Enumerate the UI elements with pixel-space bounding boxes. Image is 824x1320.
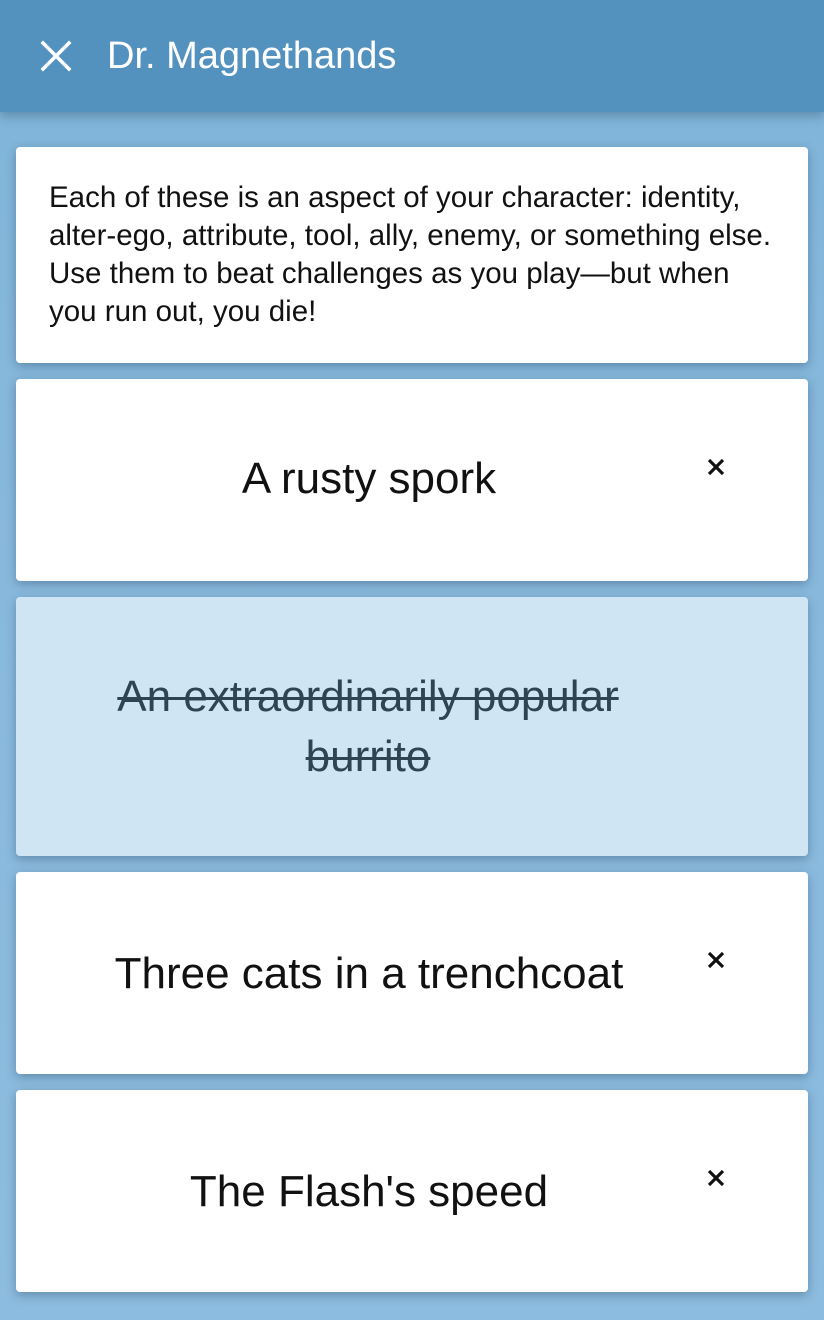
- intro-card: Each of these is an aspect of your chara…: [16, 147, 808, 363]
- app-bar: Dr. Magnethands: [0, 0, 824, 112]
- aspect-label: Three cats in a trenchcoat: [114, 949, 624, 998]
- intro-text: Each of these is an aspect of your chara…: [49, 181, 772, 328]
- remove-icon: [707, 458, 725, 476]
- page-title: Dr. Magnethands: [107, 35, 397, 77]
- remove-aspect-button[interactable]: [704, 1166, 728, 1190]
- aspect-card-rusty-spork[interactable]: A rusty spork: [16, 379, 808, 581]
- close-icon: [40, 40, 72, 72]
- aspect-card-three-cats[interactable]: Three cats in a trenchcoat: [16, 872, 808, 1074]
- aspect-card-flash-speed[interactable]: The Flash's speed: [16, 1090, 808, 1292]
- remove-icon: [707, 1169, 725, 1187]
- close-button[interactable]: [26, 26, 86, 86]
- aspect-label: The Flash's speed: [189, 1167, 549, 1216]
- aspect-label: A rusty spork: [241, 454, 497, 503]
- aspect-label: An extraordinarily popular burrito: [117, 672, 619, 781]
- aspect-card-burrito[interactable]: An extraordinarily popular burrito: [16, 597, 808, 856]
- remove-aspect-button[interactable]: [704, 948, 728, 972]
- remove-aspect-button[interactable]: [704, 455, 728, 479]
- remove-icon: [707, 951, 725, 969]
